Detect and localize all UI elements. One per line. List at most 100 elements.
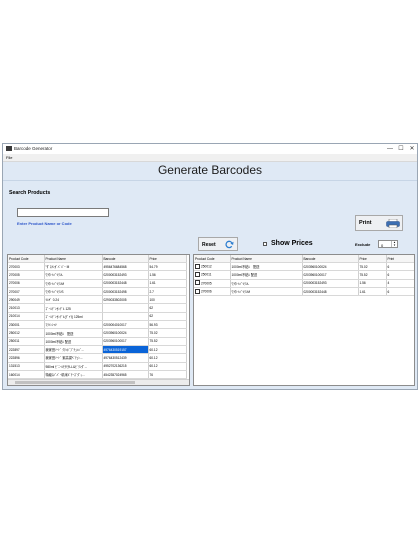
product-list-grid[interactable]: Product Code Product Name Barcode Price 270… — [7, 254, 190, 386]
row-checkbox[interactable] — [195, 288, 200, 294]
table-row[interactable]: 270005 ﾜﾗｳﾄﾄﾊﾟﾂｸﾝL 0200003152493 1.56 — [8, 270, 187, 280]
row-checkbox[interactable] — [195, 272, 200, 278]
exclude-label: Exclude — [355, 242, 371, 247]
table-cell: "ﾀﾞｽｷﾝｶﾞﾊﾞﾊﾟｰ M — [44, 262, 103, 272]
table-cell: 4956476684568 — [102, 262, 149, 272]
table-cell: ﾏﾗｿﾝｼｬﾂ — [44, 320, 103, 330]
table-row[interactable]: 230001 ﾏﾗｿﾝｼｬﾂ 0200004010017 56.93 — [8, 320, 187, 330]
table-cell: 75.02 — [148, 328, 187, 338]
maximize-button[interactable]: ☐ — [396, 145, 406, 153]
table-cell: 210014 — [8, 312, 45, 322]
table-cell: 6 — [386, 270, 414, 280]
table-cell: 250012 — [194, 262, 231, 272]
table-row[interactable]: 222896 我家田ｿｰﾄﾞ 紫高粱ﾍﾞﾁｭﾝ... 4976430512439 60… — [8, 353, 187, 363]
table-row[interactable]: 270007 ﾜﾗｳﾄﾄﾊﾟﾂｸﾝS 0200003152498 2.7 — [8, 287, 187, 297]
column-header[interactable]: Print — [386, 255, 414, 263]
table-cell — [102, 303, 149, 313]
refresh-icon — [225, 240, 234, 249]
exclude-spin-arrows[interactable]: ▴ ▾ — [391, 241, 397, 247]
table-row[interactable]: 250011 1000ml不粘ﾙ 配送 0203960100017 75.52 — [8, 337, 187, 346]
scrollbar-thumb[interactable] — [15, 381, 135, 384]
row-checkbox[interactable] — [195, 280, 200, 286]
cell-text: 270006 — [201, 289, 212, 294]
table-row[interactable]: 250012 1000ml不粘ﾙ 配送 0203960100024 75.02 6 — [194, 262, 414, 272]
table-cell: 0203960100024 — [102, 328, 149, 338]
show-prices-label: Show Prices — [271, 240, 313, 247]
column-header[interactable]: Price — [358, 255, 387, 263]
table-cell: 980ml ﾋﾞﾆｰﾙﾓﾁﾓﾁLL&ﾋﾞｸﾝﾀﾞ... — [44, 362, 103, 371]
minimize-button[interactable]: — — [385, 145, 395, 153]
table-cell: 270005 — [194, 279, 231, 288]
table-cell: 54.79 — [148, 262, 187, 272]
print-button-label: Print — [359, 220, 372, 226]
print-queue-grid[interactable]: Product Code Product Name Barcode Price Prin… — [193, 254, 415, 386]
table-cell: 270003 — [8, 262, 45, 272]
table-row[interactable]: 270005 ﾜﾗｳﾄﾄﾊﾟﾂｸﾝL 0200003152493 1.56 4 — [194, 279, 414, 288]
table-cell: ﾜﾗｳﾄﾄﾊﾟﾂｸﾝM — [44, 279, 103, 288]
table-cell: 4976430519157 — [102, 345, 149, 355]
menu-file[interactable]: File — [6, 155, 12, 160]
table-cell: 160014 — [8, 370, 45, 380]
table-row[interactable]: 131513 980ml ﾋﾞﾆｰﾙﾓﾁﾓﾁLL&ﾋﾞｸﾝﾀﾞ... 4952702… — [8, 362, 187, 371]
table-cell: 我家田ｿｰﾄﾞ ｸﾗﾝﾎﾞﾌﾞﾁｭﾝﾊﾞ... — [44, 345, 103, 355]
column-header[interactable]: Price — [148, 255, 187, 263]
table-row[interactable]: 290049 ﾂﾙﾔﾞ 0.24 0290033502005 100 — [8, 295, 187, 305]
table-cell: 60.12 — [148, 345, 187, 355]
table-cell: 100 — [148, 295, 187, 305]
reset-button[interactable]: Reset — [198, 237, 238, 251]
table-cell: 222896 — [8, 353, 45, 363]
table-cell: 290049 — [8, 295, 45, 305]
column-header[interactable]: Product Code — [194, 255, 231, 263]
table-row[interactable]: 160014 特級ｽﾊﾟﾊﾞｰ精米ﾙﾞﾁｰｽﾞﾀﾞｯ... 454235702496… — [8, 370, 187, 380]
show-prices-checkbox[interactable] — [263, 242, 267, 246]
table-cell: 230001 — [8, 320, 45, 330]
search-input[interactable] — [17, 208, 109, 217]
header-divider — [3, 180, 417, 181]
column-header[interactable]: Product Name — [230, 255, 303, 263]
barcode-app-icon — [6, 146, 12, 151]
column-header[interactable]: Barcode — [302, 255, 359, 263]
table-cell: 60.12 — [148, 353, 187, 363]
table-cell: 0200004010017 — [102, 320, 149, 330]
column-header[interactable]: Product Name — [44, 255, 103, 263]
table-cell: ﾂﾙﾔﾞ 0.24 — [44, 295, 103, 305]
row-checkbox[interactable] — [195, 263, 200, 269]
table-cell — [102, 312, 149, 322]
table-cell: 1.56 — [358, 279, 387, 288]
table-row[interactable]: 250012 1000ml不粘ﾙ 配送 0203960100024 75.02 — [8, 328, 187, 338]
table-cell: 1.61 — [148, 279, 187, 288]
print-button[interactable]: Print — [355, 215, 403, 231]
exclude-stepper[interactable]: 0 ▴ ▾ — [378, 240, 398, 248]
table-cell: 0200003152493 — [102, 270, 149, 280]
close-button[interactable]: ✕ — [407, 145, 417, 153]
exclude-value: 0 — [381, 242, 384, 248]
table-row[interactable]: 270006 ﾜﾗｳﾄﾄﾊﾟﾂｸﾝM 0200003152448 1.61 6 — [194, 287, 414, 297]
table-cell: 2.7 — [148, 287, 187, 297]
table-cell: 270007 — [8, 287, 45, 297]
table-cell: 56.93 — [148, 320, 187, 330]
table-row[interactable]: 250011 1000ml不粘ﾙ 配送 0203960100017 75.52 6 — [194, 270, 414, 280]
horizontal-scrollbar[interactable] — [8, 379, 189, 385]
table-cell: 特級ｽﾊﾟﾊﾞｰ精米ﾙﾞﾁｰｽﾞﾀﾞｯ... — [44, 370, 103, 380]
table-cell: 1.61 — [358, 287, 387, 297]
table-cell: 270006 — [194, 287, 231, 297]
table-row[interactable]: 210014 ｺﾞｰﾙﾃﾞﾝｾﾝﾃﾞﾙ(ﾃﾞｲﾗ) 125ml 62 — [8, 312, 187, 322]
menu-bar: File — [3, 154, 417, 162]
table-cell: 1000ml不粘ﾙ 配送 — [44, 337, 103, 346]
column-header[interactable]: Product Code — [8, 255, 45, 263]
table-cell: 6 — [386, 262, 414, 272]
table-cell: ﾜﾗｳﾄﾄﾊﾟﾂｸﾝM — [230, 287, 303, 297]
table-cell: ｺﾞｰﾙﾃﾞﾝｾﾝﾃﾞﾙ 125 — [44, 303, 103, 313]
table-row[interactable]: 210013 ｺﾞｰﾙﾃﾞﾝｾﾝﾃﾞﾙ 125 62 — [8, 303, 187, 313]
table-cell: 0203960100017 — [102, 337, 149, 346]
cell-text: 270005 — [201, 281, 212, 286]
table-cell: 250012 — [8, 328, 45, 338]
table-row[interactable]: 270006 ﾜﾗｳﾄﾄﾊﾟﾂｸﾝM 0200003152448 1.61 — [8, 279, 187, 288]
table-cell: 250011 — [194, 270, 231, 280]
column-header[interactable]: Barcode — [102, 255, 149, 263]
table-cell: 1000ml不粘ﾙ 配送 — [230, 270, 303, 280]
table-row[interactable]: 222897 我家田ｿｰﾄﾞ ｸﾗﾝﾎﾞﾌﾞﾁｭﾝﾊﾞ... 49764305191… — [8, 345, 187, 355]
table-row[interactable]: 270003 "ﾀﾞｽｷﾝｶﾞﾊﾞﾊﾟｰ M 4956476684568 54.79 — [8, 262, 187, 272]
table-cell: ﾜﾗｳﾄﾄﾊﾟﾂｸﾝL — [44, 270, 103, 280]
search-section-title: Search Products — [9, 190, 51, 196]
